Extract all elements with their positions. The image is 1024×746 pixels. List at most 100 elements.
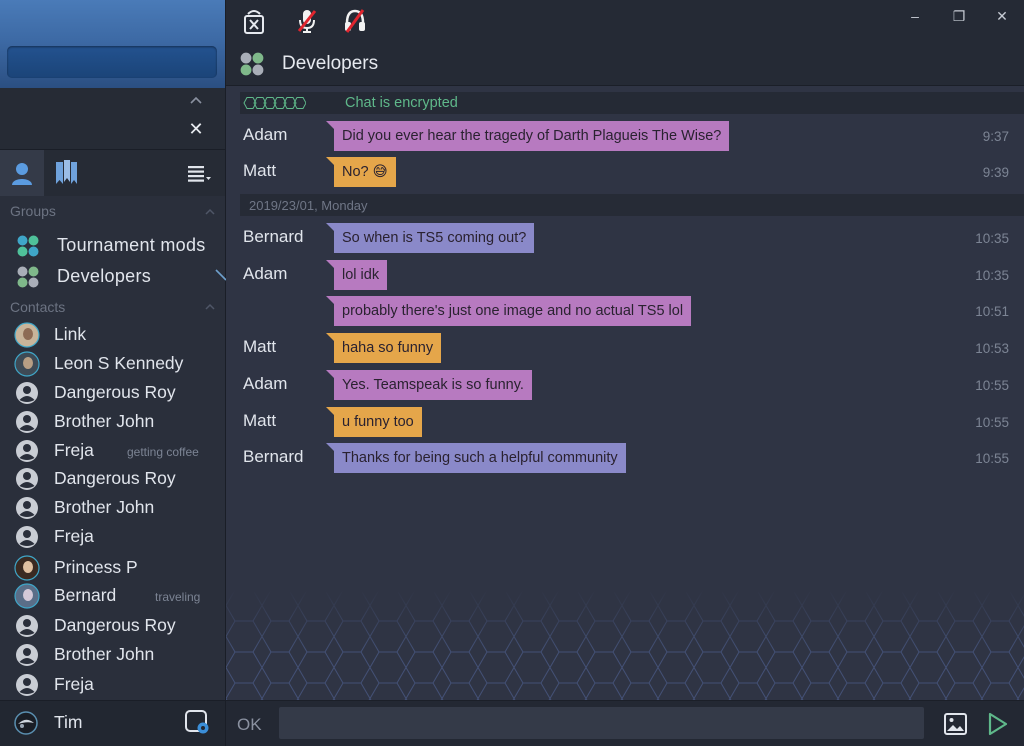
contact-status: getting coffee xyxy=(127,445,199,459)
contact-name: Dangerous Roy xyxy=(54,382,176,402)
tab-bookmarks[interactable] xyxy=(44,150,88,196)
person-icon xyxy=(12,163,32,185)
message-bubble[interactable]: So when is TS5 coming out? xyxy=(334,223,535,253)
message-sender: Adam xyxy=(243,264,288,283)
minimize-icon[interactable]: – xyxy=(906,8,924,24)
group-label: Tournament mods xyxy=(57,235,206,255)
contact-item[interactable]: Leon S Kennedy xyxy=(0,349,225,378)
contact-item[interactable]: Princess P xyxy=(0,553,225,582)
contact-name: Freja xyxy=(54,526,94,546)
message-timestamp: 9:39 xyxy=(982,165,1009,180)
message-timestamp: 9:37 xyxy=(982,129,1009,144)
chevron-up-icon[interactable] xyxy=(203,205,217,219)
contact-name: Brother John xyxy=(54,411,155,431)
message-timestamp: 10:35 xyxy=(975,231,1009,246)
contact-name: Brother John xyxy=(54,644,155,664)
message-bubble[interactable]: No? 😅 xyxy=(334,157,396,187)
default-avatar-icon xyxy=(14,438,40,464)
groups-header: Groups xyxy=(10,203,56,219)
message-sender: Matt xyxy=(243,411,277,430)
contact-item[interactable]: Brother John xyxy=(0,407,225,436)
message-sender: Adam xyxy=(243,125,288,144)
restore-icon[interactable]: ❐ xyxy=(950,8,968,24)
date-separator-label: 2019/23/01, Monday xyxy=(249,198,368,213)
contacts-header: Contacts xyxy=(10,299,66,315)
disconnect-icon[interactable] xyxy=(241,7,267,35)
contact-avatar xyxy=(14,351,40,377)
message-bubble[interactable]: haha so funny xyxy=(334,333,442,363)
message-sender: Matt xyxy=(243,161,277,180)
contact-name: Bernard xyxy=(54,585,117,605)
default-avatar-icon xyxy=(14,380,40,406)
group-label: Developers xyxy=(57,266,152,286)
headset-muted-icon[interactable] xyxy=(342,7,368,35)
message-timestamp: 10:51 xyxy=(975,304,1009,319)
contact-name: Freja xyxy=(54,440,94,460)
image-icon[interactable] xyxy=(942,710,970,738)
default-avatar-icon xyxy=(14,495,40,521)
contact-name: Princess P xyxy=(54,557,138,577)
group-item-developers[interactable]: Developers xyxy=(0,262,225,290)
message-sender: Adam xyxy=(243,374,288,393)
contact-item[interactable]: Freja xyxy=(0,670,225,699)
message-bubble[interactable]: Thanks for being such a helpful communit… xyxy=(334,443,626,473)
group-icon xyxy=(17,266,39,288)
message-timestamp: 10:55 xyxy=(975,378,1009,393)
hex-pattern-background xyxy=(226,590,1024,700)
group-icon xyxy=(240,52,264,76)
message-sender: Bernard xyxy=(243,447,304,466)
group-item-tournament-mods[interactable]: Tournament mods xyxy=(0,231,225,259)
contact-avatar xyxy=(14,322,40,348)
list-menu-icon[interactable] xyxy=(184,160,214,186)
contact-status: traveling xyxy=(155,590,201,604)
contact-item[interactable]: Dangerous Roy xyxy=(0,611,225,640)
sidebar: ✕ Groups Tournament mods Developers Cont… xyxy=(0,0,227,746)
chevron-up-icon[interactable] xyxy=(188,92,204,108)
message-bubble[interactable]: Yes. Teamspeak is so funny. xyxy=(334,370,532,400)
message-bubble[interactable]: u funny too xyxy=(334,407,422,437)
user-avatar-icon[interactable] xyxy=(12,710,40,736)
message-bubble[interactable]: probably there's just one image and no a… xyxy=(334,296,692,326)
contact-name: Leon S Kennedy xyxy=(54,353,184,373)
close-icon[interactable]: ✕ xyxy=(186,119,206,139)
contact-item[interactable]: Bernard traveling xyxy=(0,581,225,610)
default-avatar-icon xyxy=(14,409,40,435)
send-icon[interactable] xyxy=(984,710,1010,738)
current-user-name: Tim xyxy=(54,712,83,732)
server-banner-bar[interactable] xyxy=(7,46,217,78)
hexagon-icon xyxy=(243,97,306,109)
default-avatar-icon xyxy=(14,672,40,698)
contact-item[interactable]: Freja getting coffee xyxy=(0,436,225,465)
contact-name: Freja xyxy=(54,674,94,694)
default-avatar-icon xyxy=(14,524,40,550)
bookmarks-icon xyxy=(56,160,77,184)
message-timestamp: 10:53 xyxy=(975,341,1009,356)
microphone-muted-icon[interactable] xyxy=(294,7,320,35)
chat-title: Developers xyxy=(282,53,379,74)
settings-icon[interactable] xyxy=(183,708,211,736)
window-close-icon[interactable]: ✕ xyxy=(993,8,1011,24)
message-bubble[interactable]: lol idk xyxy=(334,260,388,290)
contact-item[interactable]: Brother John xyxy=(0,640,225,669)
contact-avatar xyxy=(14,583,40,609)
encryption-label: Chat is encrypted xyxy=(345,95,458,111)
message-timestamp: 10:35 xyxy=(975,268,1009,283)
contact-item[interactable]: Link xyxy=(0,320,225,349)
contact-item[interactable]: Freja xyxy=(0,522,225,551)
default-avatar-icon xyxy=(14,642,40,668)
group-icon xyxy=(17,235,39,257)
contact-name: Brother John xyxy=(54,497,155,517)
message-timestamp: 10:55 xyxy=(975,415,1009,430)
chevron-up-icon[interactable] xyxy=(203,300,217,314)
contact-item[interactable]: Dangerous Roy xyxy=(0,378,225,407)
tab-contacts[interactable] xyxy=(0,150,44,196)
contact-item[interactable]: Dangerous Roy xyxy=(0,464,225,493)
contact-name: Dangerous Roy xyxy=(54,468,176,488)
message-bubble[interactable]: Did you ever hear the tragedy of Darth P… xyxy=(334,121,730,151)
message-sender: Matt xyxy=(243,337,277,356)
default-avatar-icon xyxy=(14,613,40,639)
contact-item[interactable]: Brother John xyxy=(0,493,225,522)
message-input[interactable] xyxy=(279,707,924,739)
default-avatar-icon xyxy=(14,466,40,492)
message-timestamp: 10:55 xyxy=(975,451,1009,466)
